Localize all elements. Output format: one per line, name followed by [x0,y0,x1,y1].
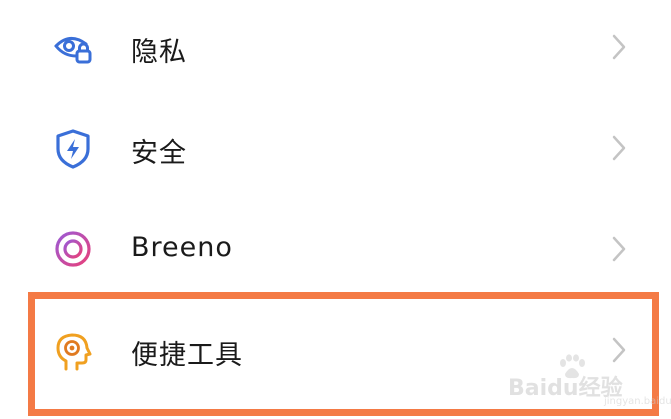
settings-item-privacy[interactable]: 隐私 [0,0,671,101]
chevron-right-icon [608,133,630,163]
settings-item-label: Breeno [131,232,233,263]
settings-item-label: 便捷工具 [131,340,243,371]
security-shield-icon [50,126,96,172]
watermark-subtext: jingyan.baidu.com [604,396,671,407]
chevron-right-icon [608,32,630,62]
chevron-right-icon [608,234,630,264]
settings-item-breeno[interactable]: Breeno [0,199,671,300]
settings-item-security[interactable]: 安全 [0,100,671,201]
convenience-tools-head-icon [50,329,96,375]
baidu-jingyan-watermark: Baidu经验 jingyan.baidu.com [508,354,671,407]
privacy-eye-lock-icon [50,26,96,72]
settings-item-label: 安全 [131,138,187,169]
settings-item-label: 隐私 [131,37,187,68]
breeno-ring-icon [50,226,96,272]
